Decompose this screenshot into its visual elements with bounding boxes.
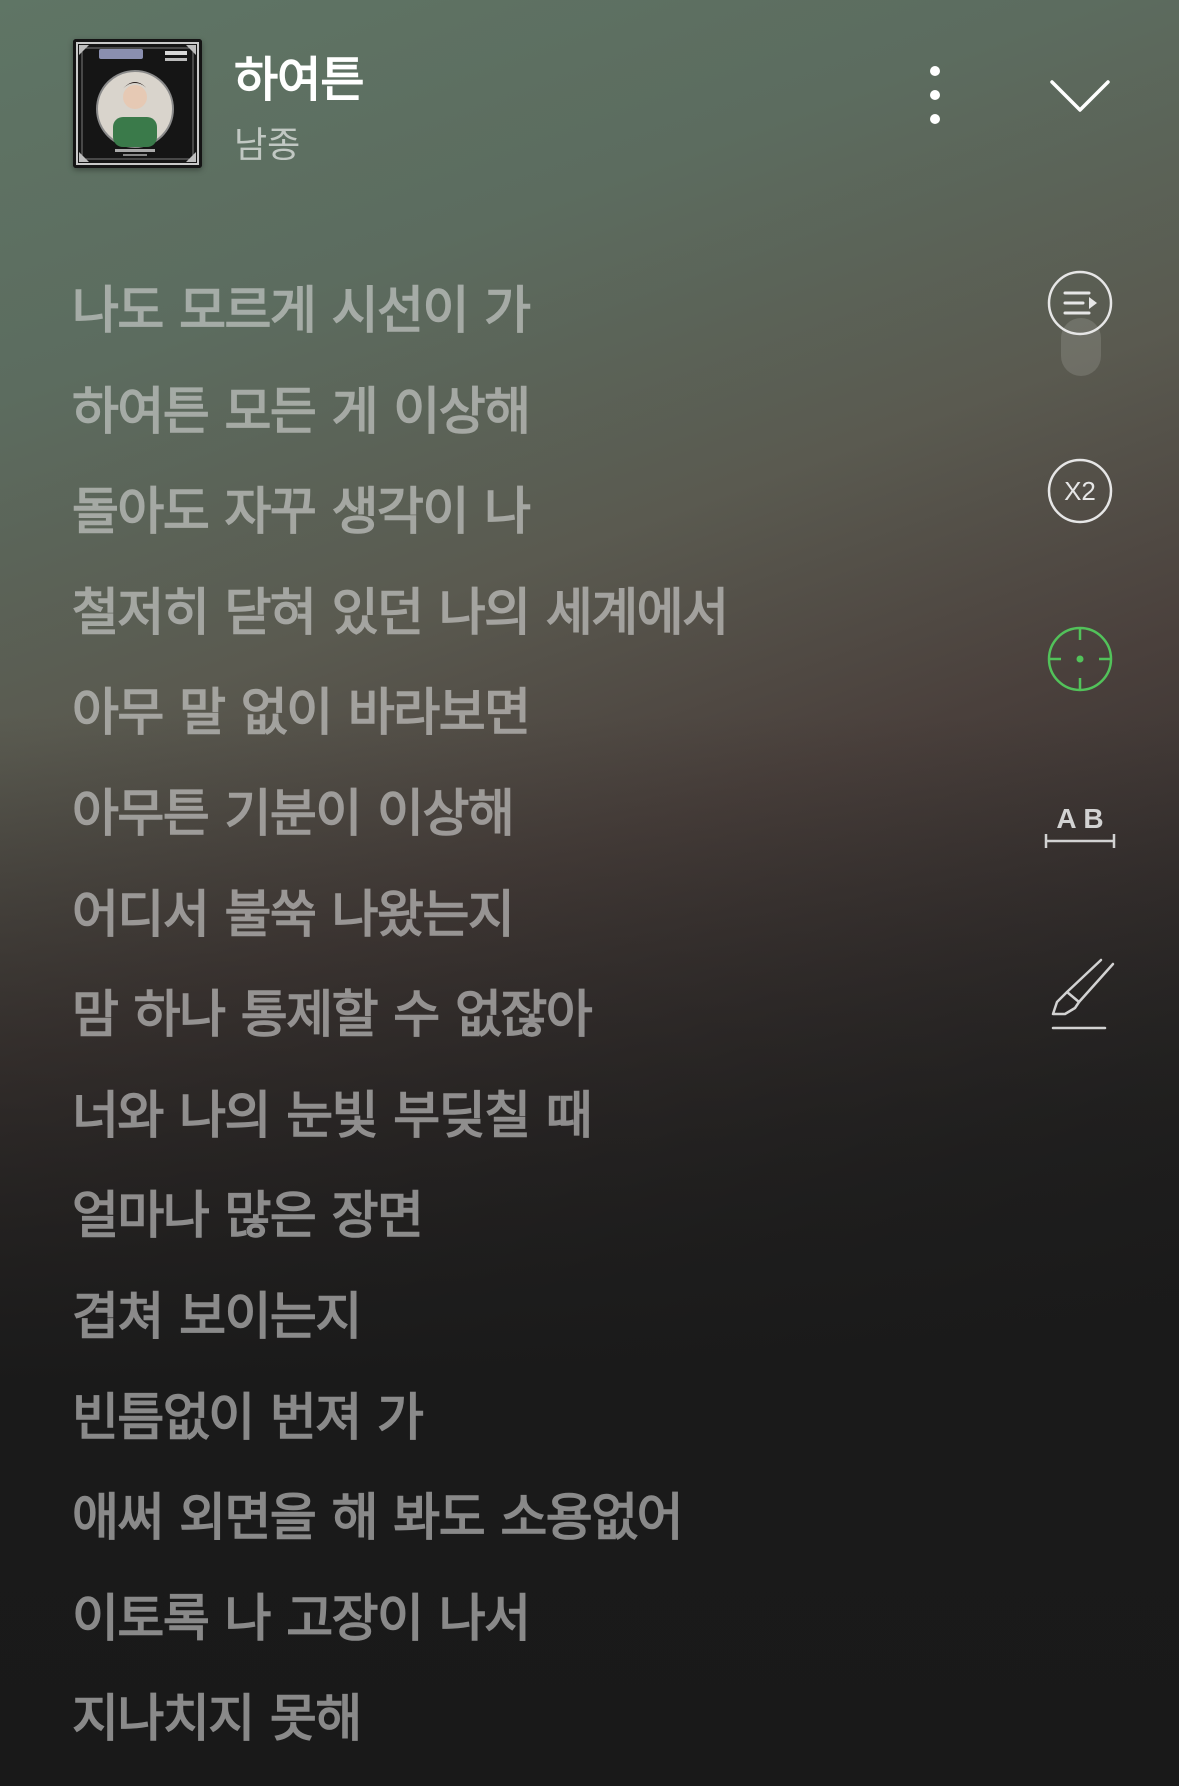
- chevron-down-icon: [1050, 80, 1110, 112]
- collapse-button[interactable]: [1040, 64, 1120, 124]
- focus-current-line-button[interactable]: [1045, 624, 1115, 694]
- speed-button[interactable]: X2: [1045, 456, 1115, 526]
- lyric-line[interactable]: 맘 하나 통제할 수 없잖아: [72, 966, 972, 1067]
- playlist-button[interactable]: [1045, 268, 1115, 338]
- lyric-line[interactable]: 너와 나의 눈빛 부딪칠 때: [72, 1067, 972, 1168]
- more-options-button[interactable]: [910, 58, 960, 132]
- artist-name[interactable]: 남종: [234, 116, 300, 168]
- lyric-line[interactable]: 빈틈없이 번져 가: [72, 1369, 972, 1470]
- lyric-line[interactable]: 돌아도 자꾸 생각이 나: [72, 463, 972, 564]
- playlist-play-icon: [1047, 270, 1113, 336]
- song-title: 하여튼: [234, 52, 364, 108]
- more-vertical-icon-dot: [930, 90, 940, 100]
- player-header: 하여튼 남종: [0, 0, 1179, 190]
- lyric-line[interactable]: 어디서 불쑥 나왔는지: [72, 866, 972, 967]
- lyric-line[interactable]: 아무튼 기분이 이상해: [72, 765, 972, 866]
- lyric-line[interactable]: 아무 말 없이 바라보면: [72, 664, 972, 765]
- lyric-line[interactable]: 철저히 닫혀 있던 나의 세계에서: [72, 564, 972, 665]
- crosshair-icon: [1047, 626, 1113, 692]
- ab-repeat-button[interactable]: A B: [1040, 798, 1120, 858]
- more-vertical-icon-dot: [930, 114, 940, 124]
- lyric-line[interactable]: 겹쳐 보이는지: [72, 1268, 972, 1369]
- album-cover-image: [73, 39, 202, 168]
- speed-label: X2: [1064, 476, 1096, 506]
- lyric-line[interactable]: 얼마나 많은 장면: [72, 1167, 972, 1268]
- lyrics-list: 나도 모르게 시선이 가 하여튼 모든 게 이상해 돌아도 자꾸 생각이 나 철…: [72, 262, 972, 1771]
- highlight-button[interactable]: [1045, 956, 1120, 1036]
- album-art[interactable]: [73, 39, 202, 168]
- more-vertical-icon: [930, 66, 940, 76]
- lyric-line[interactable]: 애써 외면을 해 봐도 소용없어: [72, 1469, 972, 1570]
- ab-repeat-icon: A B: [1044, 803, 1116, 848]
- lyric-line[interactable]: 나도 모르게 시선이 가: [72, 262, 972, 363]
- lyric-line[interactable]: 이토록 나 고장이 나서: [72, 1570, 972, 1671]
- highlighter-icon: [1051, 958, 1115, 1030]
- ab-label: A B: [1056, 803, 1103, 834]
- lyric-line[interactable]: 지나치지 못해: [72, 1670, 972, 1771]
- speed-x2-icon: X2: [1047, 458, 1113, 524]
- lyric-line[interactable]: 하여튼 모든 게 이상해: [72, 363, 972, 464]
